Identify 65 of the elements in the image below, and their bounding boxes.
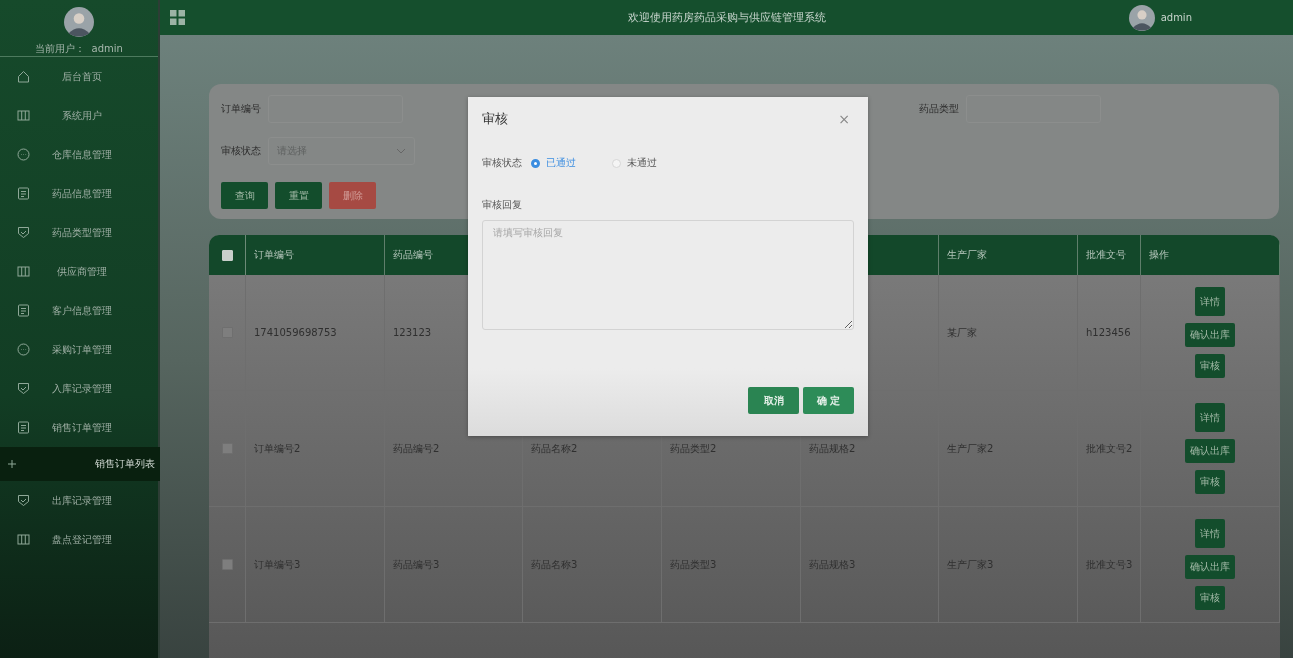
menu-item[interactable]: 药品类型管理 bbox=[0, 213, 158, 252]
app-title: 欢迎使用药房药品采购与供应链管理系统 bbox=[627, 10, 826, 25]
confirm-button[interactable]: 确 定 bbox=[803, 387, 854, 414]
columns-icon bbox=[17, 109, 30, 122]
home-icon bbox=[17, 70, 30, 83]
avatar-icon[interactable] bbox=[1128, 4, 1155, 31]
table-cell: 1741059698753 bbox=[254, 327, 337, 338]
field-label: 订单编号 bbox=[221, 102, 261, 116]
radio-option[interactable]: 未通过 bbox=[612, 156, 684, 170]
user-name: admin bbox=[1160, 12, 1192, 23]
menu-item[interactable]: 盘点登记管理 bbox=[0, 520, 158, 559]
close-button[interactable]: × bbox=[834, 111, 854, 127]
column-header: 药品编号 bbox=[393, 248, 433, 262]
submenu-item[interactable]: 销售订单列表 bbox=[0, 447, 163, 481]
cancel-button[interactable]: 取消 bbox=[748, 387, 799, 414]
menu-item[interactable]: 仓库信息管理 bbox=[0, 135, 158, 174]
column-header: 生产厂家 bbox=[947, 248, 987, 262]
column-header: 批准文号 bbox=[1086, 248, 1126, 262]
field-label: 审核状态 bbox=[482, 156, 522, 170]
row-action-button[interactable]: 确认出库 bbox=[1185, 323, 1235, 347]
column-header: 订单编号 bbox=[254, 248, 294, 262]
menu-item[interactable]: 采购订单管理 bbox=[0, 330, 158, 369]
shield-icon bbox=[17, 494, 30, 507]
menu-item[interactable]: 供应商管理 bbox=[0, 252, 158, 291]
row-action-button[interactable]: 确认出库 bbox=[1185, 555, 1235, 579]
menu-item[interactable]: 后台首页 bbox=[0, 57, 158, 96]
grid-icon[interactable] bbox=[170, 10, 185, 25]
avatar-icon bbox=[62, 7, 96, 37]
table-cell: 123123 bbox=[393, 327, 432, 338]
document-icon bbox=[17, 187, 30, 200]
shield-icon bbox=[17, 226, 30, 239]
radio-button[interactable] bbox=[531, 158, 540, 168]
row-action-button[interactable]: 审核 bbox=[1195, 354, 1225, 378]
menu-item[interactable]: 系统用户 bbox=[0, 96, 158, 135]
row-action-button[interactable]: 审核 bbox=[1195, 470, 1225, 494]
menu-item[interactable]: 客户信息管理 bbox=[0, 291, 158, 330]
row-action-button[interactable]: 详情 bbox=[1195, 287, 1225, 316]
radio-option[interactable]: 已通过 bbox=[531, 156, 603, 170]
chat-icon bbox=[17, 343, 30, 356]
menu-item[interactable]: 入库记录管理 bbox=[0, 369, 158, 408]
action-button[interactable]: 查询 bbox=[221, 182, 268, 209]
dialog-title: 审核 bbox=[482, 110, 508, 128]
row-action-button[interactable]: 确认出库 bbox=[1185, 439, 1235, 463]
field-label: 审核回复 bbox=[482, 198, 523, 212]
current-user-label: 当前用户： admin bbox=[35, 42, 123, 56]
action-button[interactable]: 重置 bbox=[275, 182, 322, 209]
chat-icon bbox=[17, 148, 30, 161]
row-action-button[interactable]: 详情 bbox=[1195, 519, 1225, 548]
field-label: 审核状态 bbox=[221, 144, 261, 158]
field-label: 药品类型 bbox=[919, 102, 959, 116]
plus-icon bbox=[8, 460, 16, 468]
chevron-icon bbox=[396, 148, 406, 154]
menu-item[interactable]: 药品信息管理 bbox=[0, 174, 158, 213]
columns-icon bbox=[17, 265, 30, 278]
document-icon bbox=[17, 421, 30, 434]
row-action-button[interactable]: 详情 bbox=[1195, 403, 1225, 432]
menu-item[interactable]: 出库记录管理 bbox=[0, 481, 158, 520]
document-icon bbox=[17, 304, 30, 317]
menu-item[interactable]: 销售订单管理 bbox=[0, 408, 158, 447]
shield-icon bbox=[17, 382, 30, 395]
columns-icon bbox=[17, 533, 30, 546]
row-action-button[interactable]: 审核 bbox=[1195, 586, 1225, 610]
column-header: 操作 bbox=[1149, 248, 1169, 262]
checkbox[interactable] bbox=[221, 559, 233, 570]
table-cell: h123456 bbox=[1086, 327, 1131, 338]
